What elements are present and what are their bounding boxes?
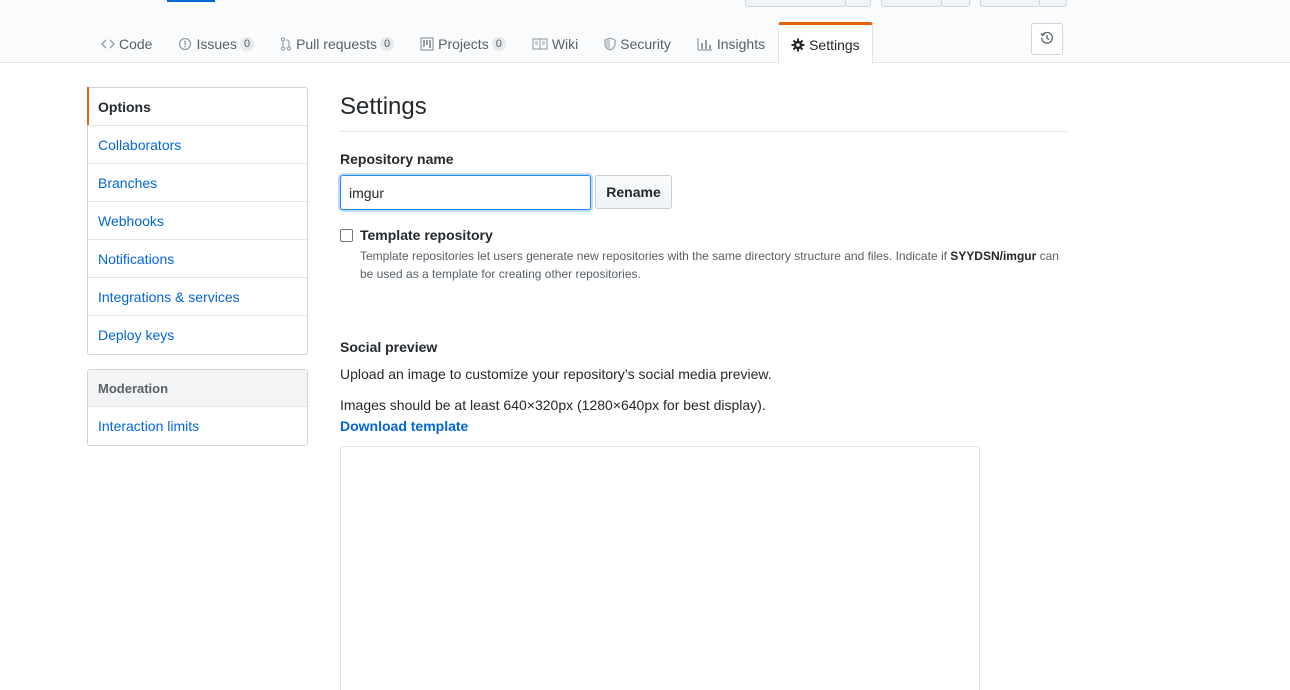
tab-code[interactable]: Code (88, 22, 165, 63)
sidebar-item-notifications[interactable]: Notifications (88, 240, 307, 278)
template-repository-label[interactable]: Template repository (360, 227, 493, 243)
pull-requests-counter: 0 (380, 37, 395, 51)
tab-label: Settings (809, 36, 860, 53)
sidebar-item-integrations[interactable]: Integrations & services (88, 278, 307, 316)
repo-nav-tabs: Code Issues 0 Pull requests 0 Projects 0… (88, 22, 873, 64)
code-icon (101, 38, 115, 50)
star-count[interactable] (941, 0, 970, 7)
repo-title-fragment[interactable] (167, 0, 227, 4)
repository-name-label: Repository name (340, 151, 454, 167)
fork-count[interactable] (1039, 0, 1067, 7)
issues-counter: 0 (239, 37, 255, 51)
sidebar-item-collaborators[interactable]: Collaborators (88, 126, 307, 164)
moderation-menu: Moderation Interaction limits (87, 369, 308, 446)
sidebar-item-options[interactable]: Options (87, 87, 307, 126)
social-preview-heading: Social preview (340, 339, 438, 355)
sidebar-item-deploy-keys[interactable]: Deploy keys (88, 316, 307, 354)
project-icon (420, 37, 434, 51)
tab-label: Code (119, 36, 153, 52)
history-button[interactable] (1031, 23, 1063, 55)
book-icon (532, 38, 548, 50)
tab-label: Insights (716, 36, 766, 52)
watch-button[interactable] (745, 0, 846, 7)
settings-menu: Options Collaborators Branches Webhooks … (87, 87, 308, 355)
page-title: Settings (340, 93, 427, 120)
graph-icon (697, 37, 713, 51)
divider (340, 131, 1067, 132)
template-repository-checkbox[interactable] (340, 229, 353, 242)
gear-icon (791, 38, 805, 52)
template-repository-note: Template repositories let users generate… (360, 249, 1059, 281)
tab-issues[interactable]: Issues 0 (165, 22, 267, 63)
issue-icon (178, 37, 192, 51)
social-preview-upload-area[interactable] (340, 446, 980, 690)
social-preview-description: Upload an image to customize your reposi… (340, 366, 772, 382)
repository-name-input[interactable] (340, 175, 591, 210)
moderation-heading: Moderation (88, 370, 307, 407)
watch-count[interactable] (845, 0, 871, 7)
tab-label: Issues (196, 36, 237, 52)
star-button[interactable] (881, 0, 942, 7)
sidebar-item-branches[interactable]: Branches (88, 164, 307, 202)
tab-label: Projects (438, 36, 489, 52)
tab-label: Wiki (551, 36, 579, 52)
tab-security[interactable]: Security (591, 22, 684, 63)
projects-counter: 0 (491, 37, 506, 51)
tab-projects[interactable]: Projects 0 (407, 22, 519, 63)
fork-button[interactable] (980, 0, 1040, 7)
download-template-link[interactable]: Download template (340, 418, 468, 434)
sidebar-item-interaction-limits[interactable]: Interaction limits (88, 407, 307, 445)
shield-icon (604, 37, 616, 51)
history-icon (1040, 31, 1054, 48)
sidebar-item-webhooks[interactable]: Webhooks (88, 202, 307, 240)
tab-label: Security (620, 36, 671, 52)
tab-settings[interactable]: Settings (778, 22, 873, 64)
rename-button[interactable]: Rename (595, 175, 672, 209)
social-preview-size-note: Images should be at least 640×320px (128… (340, 397, 766, 413)
tab-pull-requests[interactable]: Pull requests 0 (267, 22, 407, 63)
repo-full-name: SYYDSN/imgur (950, 249, 1037, 263)
pull-request-icon (280, 37, 292, 51)
repo-header: Code Issues 0 Pull requests 0 Projects 0… (0, 0, 1290, 64)
tab-insights[interactable]: Insights (684, 22, 778, 63)
tab-wiki[interactable]: Wiki (519, 22, 591, 63)
tab-label: Pull requests (296, 36, 377, 52)
